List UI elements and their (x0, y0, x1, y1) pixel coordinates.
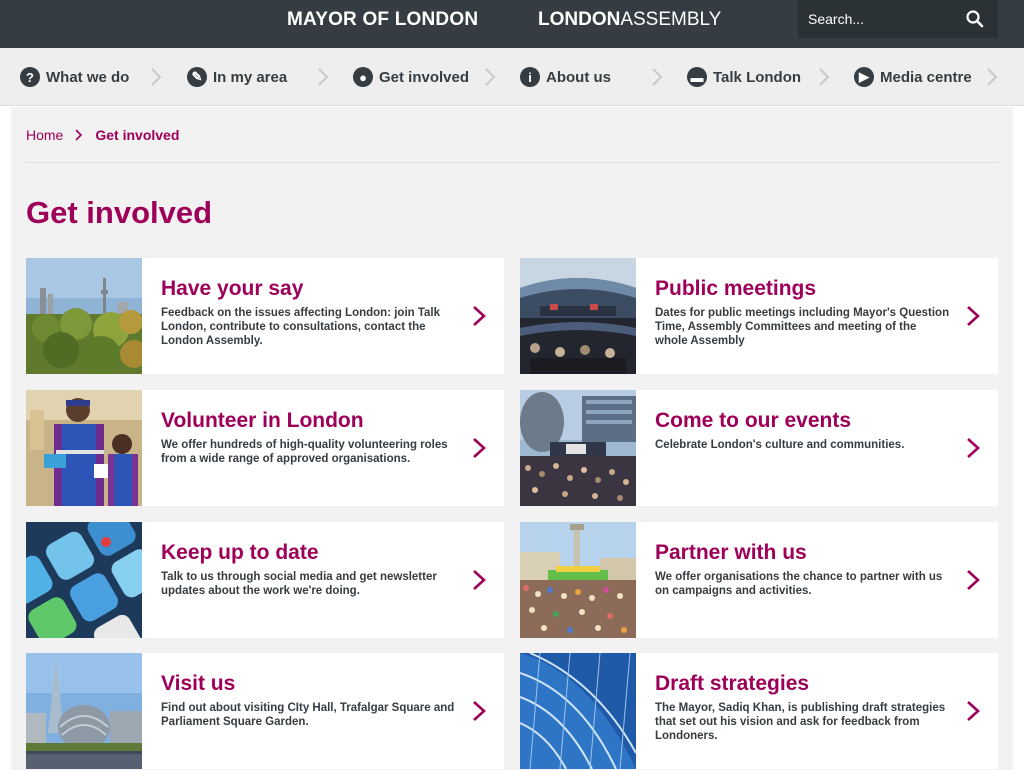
breadcrumb-current: Get involved (95, 127, 180, 143)
card-keep-up-to-date[interactable]: Keep up to date Talk to us through socia… (26, 522, 504, 638)
card-description: The Mayor, Sadiq Khan, is publishing dra… (655, 702, 946, 742)
card-description: Dates for public meetings including Mayo… (655, 307, 950, 347)
card-image-event-crowd (520, 390, 636, 506)
nav-separator-chevron-icon (151, 68, 162, 86)
nav-separator-chevron-icon (318, 68, 329, 86)
card-image-trafalgar-square (520, 522, 636, 638)
location-pin-icon: ● (353, 67, 373, 87)
card-description: Talk to us through social media and get … (161, 571, 437, 597)
search-icon (966, 10, 984, 28)
card-draft-strategies[interactable]: Draft strategies The Mayor, Sadiq Khan, … (520, 653, 998, 769)
nav-label: About us (546, 68, 611, 86)
site-header: MAYOR OF LONDON LONDONASSEMBLY (0, 0, 1024, 48)
breadcrumb-home-link[interactable]: Home (26, 127, 63, 143)
card-image-city-hall-shard (26, 653, 142, 769)
nav-item-media-centre[interactable]: ▶ Media centre (854, 48, 972, 106)
card-have-your-say[interactable]: Have your say Feedback on the issues aff… (26, 258, 504, 374)
card-image-london-park (26, 258, 142, 374)
card-description: Feedback on the issues affecting London:… (161, 307, 441, 347)
card-title: Come to our events (655, 409, 852, 432)
chevron-right-icon (967, 570, 980, 590)
card-volunteer-in-london[interactable]: Volunteer in London We offer hundreds of… (26, 390, 504, 506)
mayor-of-london-logo[interactable]: MAYOR OF LONDON (287, 9, 478, 31)
card-partner-with-us[interactable]: Partner with us We offer organisations t… (520, 522, 998, 638)
main-nav: ? What we do ✎ In my area ● Get involved… (0, 48, 1024, 106)
assembly-logo-light: ASSEMBLY (620, 9, 722, 30)
chevron-right-icon (473, 438, 486, 458)
nav-separator-chevron-icon (987, 68, 998, 86)
speech-bubble-icon: ▬ (687, 67, 707, 87)
card-visit-us[interactable]: Visit us Find out about visiting CIty Ha… (26, 653, 504, 769)
card-description: Celebrate London's culture and communiti… (655, 439, 905, 451)
card-description: We offer organisations the chance to par… (655, 571, 943, 597)
assembly-logo-bold: LONDON (538, 9, 621, 30)
search-input[interactable] (798, 0, 958, 38)
card-image-volunteers (26, 390, 142, 506)
card-come-to-our-events[interactable]: Come to our events Celebrate London's cu… (520, 390, 998, 506)
card-title: Draft strategies (655, 672, 810, 695)
nav-label: Get involved (379, 68, 470, 86)
card-image-glass-facade (520, 653, 636, 769)
london-assembly-logo[interactable]: LONDONASSEMBLY (538, 9, 721, 31)
play-icon: ▶ (854, 67, 874, 87)
chevron-right-icon (967, 438, 980, 458)
chevron-right-icon (967, 306, 980, 326)
chevron-right-icon (473, 306, 486, 326)
main-content: Home Get involved Get involved Have your… (11, 107, 1013, 770)
divider (26, 162, 998, 163)
nav-item-get-involved[interactable]: ● Get involved (353, 48, 469, 106)
page-title: Get involved (26, 195, 213, 230)
search-button[interactable] (964, 8, 986, 30)
card-title: Partner with us (655, 541, 807, 564)
search-box (798, 0, 998, 38)
card-title: Volunteer in London (161, 409, 364, 432)
nav-item-about-us[interactable]: i About us (520, 48, 611, 106)
card-description: Find out about visiting CIty Hall, Trafa… (161, 702, 455, 728)
card-description: We offer hundreds of high-quality volunt… (161, 439, 448, 465)
chevron-right-icon (967, 701, 980, 721)
nav-separator-chevron-icon (652, 68, 663, 86)
nav-item-what-we-do[interactable]: ? What we do (20, 48, 129, 106)
card-public-meetings[interactable]: Public meetings Dates for public meeting… (520, 258, 998, 374)
nav-item-in-my-area[interactable]: ✎ In my area (187, 48, 287, 106)
nav-label: In my area (213, 68, 288, 86)
nav-label: Talk London (713, 68, 802, 86)
card-image-smartphone-apps (26, 522, 142, 638)
pen-icon: ✎ (187, 67, 207, 87)
nav-separator-chevron-icon (819, 68, 830, 86)
nav-item-talk-london[interactable]: ▬ Talk London (687, 48, 801, 106)
chevron-right-icon (473, 570, 486, 590)
info-icon: i (520, 67, 540, 87)
card-image-assembly-chamber (520, 258, 636, 374)
card-title: Public meetings (655, 277, 817, 300)
nav-separator-chevron-icon (485, 68, 496, 86)
breadcrumb-chevron-icon (75, 129, 83, 141)
card-title: Have your say (161, 277, 304, 300)
nav-label: Media centre (880, 68, 972, 86)
breadcrumb: Home Get involved (26, 127, 179, 143)
question-icon: ? (20, 67, 40, 87)
card-title: Visit us (161, 672, 236, 695)
chevron-right-icon (473, 701, 486, 721)
nav-label: What we do (46, 68, 130, 86)
card-title: Keep up to date (161, 541, 319, 564)
